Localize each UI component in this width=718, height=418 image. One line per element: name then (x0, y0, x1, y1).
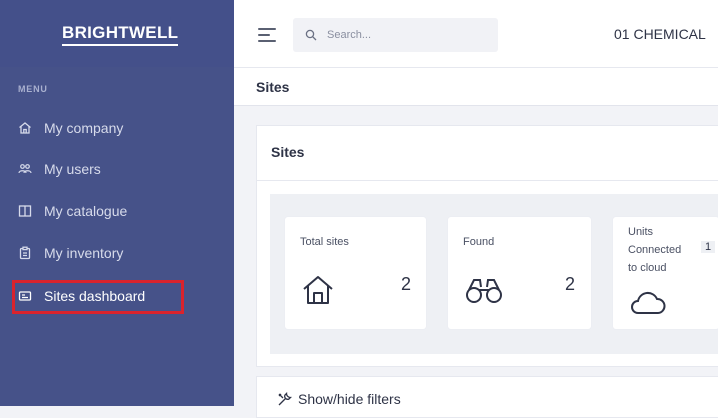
brand-header: BRIGHTWELL (0, 0, 234, 67)
home-icon (18, 121, 32, 135)
sidebar-item-label: My inventory (44, 245, 124, 261)
breadcrumb-bar: Sites (234, 68, 718, 106)
stat-value: 2 (565, 274, 576, 294)
stat-label-line: to cloud (628, 262, 667, 274)
sidebar-item-my-company[interactable]: My company (18, 117, 123, 139)
stat-label: Units Connected to cloud (628, 223, 681, 277)
sidebar-item-label: My users (44, 161, 101, 177)
filters-card: Show/hide filters (256, 376, 718, 418)
stat-label-line: Connected (628, 244, 682, 256)
stat-label: Found (463, 236, 495, 248)
sidebar-item-my-catalogue[interactable]: My catalogue (18, 200, 127, 222)
card-title: Sites (271, 144, 305, 160)
cloud-icon (629, 289, 667, 320)
search-input[interactable] (325, 28, 489, 42)
stats-area: Total sites 2 Found 2 Units Connected to… (270, 194, 718, 354)
active-item-highlight (12, 280, 184, 314)
stat-units-connected[interactable]: Units Connected to cloud 1 (613, 217, 718, 329)
topbar: 01 CHEMICAL (234, 0, 718, 68)
menu-toggle-icon[interactable] (258, 28, 276, 42)
card-header: Sites (257, 126, 718, 181)
breadcrumb: Sites (256, 79, 290, 95)
sidebar: BRIGHTWELL MENU My company My users My c… (0, 0, 234, 406)
tools-icon (277, 391, 292, 407)
binoculars-icon (465, 273, 503, 312)
stat-total-sites[interactable]: Total sites 2 (285, 217, 426, 329)
clipboard-icon (18, 246, 32, 260)
users-icon (18, 162, 32, 176)
search-icon (305, 29, 317, 41)
brand-logo[interactable]: BRIGHTWELL (62, 24, 179, 46)
stat-label: Total sites (300, 236, 349, 248)
sidebar-item-label: My company (44, 120, 124, 136)
filters-toggle-label: Show/hide filters (298, 391, 401, 407)
book-icon (18, 204, 32, 218)
house-icon (301, 273, 335, 312)
company-name[interactable]: 01 CHEMICAL (614, 26, 706, 42)
stat-value: 2 (401, 274, 412, 294)
sidebar-item-label: My catalogue (44, 203, 128, 219)
sidebar-item-my-inventory[interactable]: My inventory (18, 242, 123, 264)
sidebar-item-my-users[interactable]: My users (18, 158, 101, 180)
search-box[interactable] (293, 18, 498, 52)
stat-found[interactable]: Found 2 (448, 217, 591, 329)
sites-card: Sites Total sites 2 Found 2 Units Connec… (256, 125, 718, 367)
stat-value: 1 (701, 241, 716, 253)
menu-heading: MENU (18, 84, 48, 94)
stat-label-line: Units (628, 226, 654, 238)
show-hide-filters-button[interactable]: Show/hide filters (277, 391, 401, 407)
